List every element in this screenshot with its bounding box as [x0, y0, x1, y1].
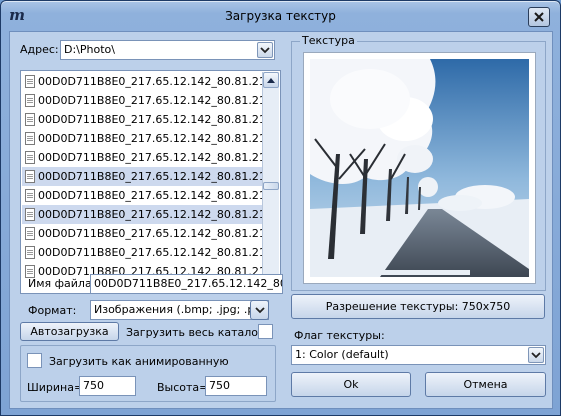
width-input[interactable]: 750	[79, 376, 136, 396]
load-all-catalog-label: Загрузить весь каталог	[126, 326, 264, 339]
file-list-item[interactable]: 00D0D711B8E0_217.65.12.142_80.81.215.15	[22, 224, 262, 243]
document-icon	[25, 227, 35, 240]
load-all-catalog-checkbox[interactable]	[258, 324, 273, 339]
address-dropdown-button[interactable]	[257, 42, 273, 58]
texture-group-label: Текстура	[300, 34, 357, 47]
document-icon	[25, 170, 35, 183]
file-name-text: 00D0D711B8E0_217.65.12.142_80.81.215.15	[38, 75, 262, 88]
file-list[interactable]: 00D0D711B8E0_217.65.12.142_80.81.215.15 0…	[20, 70, 281, 294]
file-name-text: 00D0D711B8E0_217.65.12.142_80.81.215.15	[38, 132, 262, 145]
chevron-down-icon	[254, 307, 265, 314]
file-name-text: 00D0D711B8E0_217.65.12.142_80.81.215.15	[38, 94, 262, 107]
chevron-down-icon	[260, 47, 270, 54]
file-list-scrollbar[interactable]	[262, 72, 279, 292]
file-name-text: 00D0D711B8E0_217.65.12.142_80.81.215.15	[38, 189, 262, 202]
document-icon	[25, 113, 35, 126]
file-list-item[interactable]: 00D0D711B8E0_217.65.12.142_80.81.215.15	[22, 110, 262, 129]
format-dropdown-button[interactable]	[250, 300, 269, 320]
file-list-rows: 00D0D711B8E0_217.65.12.142_80.81.215.15 0…	[22, 72, 262, 292]
document-icon	[25, 132, 35, 145]
file-list-item[interactable]: 00D0D711B8E0_217.65.12.142_80.81.215.15	[22, 129, 262, 148]
document-icon	[25, 151, 35, 164]
cancel-button[interactable]: Отмена	[425, 372, 546, 397]
address-label: Адрес:	[20, 43, 59, 56]
file-list-item[interactable]: 00D0D711B8E0_217.65.12.142_80.81.215.15	[22, 186, 262, 205]
file-name-text: 00D0D711B8E0_217.65.12.142_80.81.215.15	[38, 170, 262, 183]
format-combobox[interactable]: Изображения (.bmp; .jpg; .png;	[90, 300, 269, 320]
file-name-text: 00D0D711B8E0_217.65.12.142_80.81.215.15	[38, 246, 262, 259]
dialog-body: Адрес: D:\Photo\ 00D0D711B8E0_217.65.12.…	[9, 31, 553, 409]
ok-button[interactable]: Ok	[291, 372, 411, 397]
texture-load-dialog: m Загрузка текстур Адрес: D:\Photo\ 00D0…	[0, 0, 561, 416]
filename-input[interactable]: 00D0D711B8E0_217.65.12.142_80	[90, 274, 283, 294]
file-name-text: 00D0D711B8E0_217.65.12.142_80.81.215.15	[38, 113, 262, 126]
texture-flag-dropdown-button[interactable]	[528, 347, 544, 363]
document-icon	[25, 94, 35, 107]
autoload-button[interactable]: Автозагрузка	[20, 322, 119, 341]
document-icon	[25, 189, 35, 202]
texture-preview	[303, 52, 536, 284]
file-list-item[interactable]: 00D0D711B8E0_217.65.12.142_80.81.215.15	[22, 148, 262, 167]
height-label: Высота=	[157, 381, 209, 394]
window-title: Загрузка текстур	[225, 9, 336, 23]
format-label: Формат:	[28, 304, 77, 317]
file-list-item[interactable]: 00D0D711B8E0_217.65.12.142_80.81.215.15	[22, 167, 262, 186]
file-name-text: 00D0D711B8E0_217.65.12.142_80.81.215.15	[38, 208, 262, 221]
texture-flag-combobox[interactable]: 1: Color (default)	[291, 345, 546, 365]
document-icon	[25, 208, 35, 221]
file-list-item[interactable]: 00D0D711B8E0_217.65.12.142_80.81.215.15	[22, 72, 262, 91]
file-list-item[interactable]: 00D0D711B8E0_217.65.12.142_80.81.215.15	[22, 205, 262, 224]
close-button[interactable]	[528, 7, 550, 27]
animated-label: Загрузить как анимированную	[49, 355, 229, 368]
chevron-down-icon	[531, 352, 541, 359]
texture-flag-value: 1: Color (default)	[295, 348, 389, 361]
width-label: Ширина=	[27, 381, 84, 394]
file-list-item[interactable]: 00D0D711B8E0_217.65.12.142_80.81.215.15	[22, 91, 262, 110]
address-value: D:\Photo\	[64, 43, 115, 56]
animated-checkbox[interactable]	[27, 353, 42, 368]
format-value: Изображения (.bmp; .jpg; .png;	[94, 303, 269, 316]
arrow-up-icon	[267, 78, 275, 83]
file-list-item[interactable]: 00D0D711B8E0_217.65.12.142_80.81.215.15	[22, 243, 262, 262]
filename-label: Имя файла:	[28, 277, 96, 290]
height-input[interactable]: 750	[205, 376, 267, 396]
close-icon	[534, 12, 544, 22]
file-name-text: 00D0D711B8E0_217.65.12.142_80.81.215.15	[38, 151, 262, 164]
document-icon	[25, 246, 35, 259]
texture-resolution-button[interactable]: Разрешение текстуры: 750x750	[291, 294, 545, 319]
texture-preview-image	[310, 59, 529, 277]
document-icon	[25, 75, 35, 88]
address-combobox[interactable]: D:\Photo\	[60, 40, 275, 60]
animation-group: Загрузить как анимированную Ширина= 750 …	[20, 345, 276, 402]
file-name-text: 00D0D711B8E0_217.65.12.142_80.81.215.15	[38, 227, 262, 240]
texture-flag-label: Флаг текстуры:	[294, 329, 385, 342]
texture-group: Текстура	[291, 34, 546, 291]
scroll-up-button[interactable]	[263, 72, 279, 88]
title-bar[interactable]: m Загрузка текстур	[1, 1, 560, 31]
scroll-thumb[interactable]	[263, 182, 279, 190]
